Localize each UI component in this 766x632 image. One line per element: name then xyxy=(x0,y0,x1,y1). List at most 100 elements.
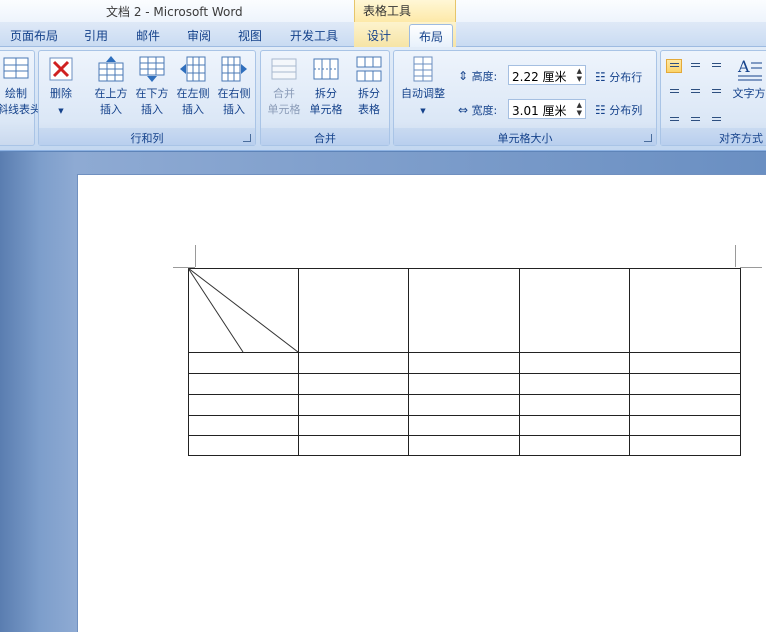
tab-mailings[interactable]: 邮件 xyxy=(136,27,160,44)
text-direction-button[interactable]: A 文字方 xyxy=(729,55,766,102)
group-title-rows-columns: 行和列 xyxy=(39,128,255,145)
table-cell[interactable] xyxy=(629,415,741,436)
delete-button[interactable]: 删除 ▼ xyxy=(46,55,76,118)
table-cell[interactable] xyxy=(298,373,409,395)
table-cell[interactable] xyxy=(188,435,299,456)
table-cell[interactable] xyxy=(519,268,630,353)
table-cell[interactable] xyxy=(629,394,741,416)
distribute-columns-button[interactable]: ☷ 分布列 xyxy=(595,102,642,118)
width-spinner[interactable]: 3.01 厘米 ▲ ▼ xyxy=(508,99,586,119)
insert-below-button[interactable]: 在下方 插入 xyxy=(132,55,172,118)
group-merge: 合并 单元格 拆分 单元格 拆分 表格 合并 xyxy=(260,50,390,146)
tab-review[interactable]: 审阅 xyxy=(187,27,211,44)
tab-design[interactable]: 设计 xyxy=(367,27,391,44)
align-bottom-right-icon[interactable] xyxy=(708,109,724,123)
height-label-row: ⇕ 高度: xyxy=(458,68,497,84)
table-cell[interactable] xyxy=(408,373,520,395)
align-top-left-icon[interactable] xyxy=(666,59,682,73)
table-cell[interactable] xyxy=(298,435,409,456)
spinner-arrows-icon[interactable]: ▲ ▼ xyxy=(577,67,582,83)
table-cell[interactable] xyxy=(519,373,630,395)
table-cell[interactable] xyxy=(298,394,409,416)
table-row xyxy=(188,373,741,395)
tab-layout[interactable]: 布局 xyxy=(409,24,454,48)
table-cell[interactable] xyxy=(408,268,520,353)
column-width-icon: ⇔ xyxy=(458,103,469,117)
height-spinner[interactable]: 2.22 厘米 ▲ ▼ xyxy=(508,65,586,85)
table-cell[interactable] xyxy=(188,373,299,395)
draw-header-line1: 绘制 xyxy=(5,87,27,100)
document-page[interactable] xyxy=(77,174,766,632)
split-table-icon xyxy=(356,56,382,82)
crop-mark xyxy=(735,245,736,267)
draw-header-line2: 斜线表头 xyxy=(0,103,41,116)
insert-left-line1: 在左侧 xyxy=(176,87,210,100)
distribute-rows-label: 分布行 xyxy=(609,71,643,84)
align-middle-center-icon[interactable] xyxy=(687,84,703,98)
ribbon-tab-row: 页面布局 引用 邮件 审阅 视图 开发工具 设计 布局 xyxy=(0,22,766,48)
align-bottom-left-icon[interactable] xyxy=(666,109,682,123)
ribbon: 绘制 斜线表头 删除 ▼ 在上方 插入 在下方 插入 在左侧 插入 在右侧 插入… xyxy=(0,47,766,151)
table-cell[interactable] xyxy=(629,268,741,353)
spinner-arrows-icon[interactable]: ▲ ▼ xyxy=(577,101,582,117)
align-top-right-icon[interactable] xyxy=(708,59,724,73)
table-cell[interactable] xyxy=(629,352,741,374)
distribute-columns-icon: ☷ xyxy=(595,103,606,117)
table-grid-icon xyxy=(3,57,29,79)
table-cell[interactable] xyxy=(298,268,409,353)
table-cell[interactable] xyxy=(519,435,630,456)
text-direction-label: 文字方 xyxy=(732,87,766,100)
table-row xyxy=(188,268,741,353)
table-cell[interactable] xyxy=(188,352,299,374)
insert-left-button[interactable]: 在左侧 插入 xyxy=(173,55,213,118)
table-cell[interactable] xyxy=(629,373,741,395)
merge-cells-icon xyxy=(271,58,297,80)
table-cell[interactable] xyxy=(298,415,409,436)
distribute-rows-button[interactable]: ☷ 分布行 xyxy=(595,69,642,85)
tab-page-layout[interactable]: 页面布局 xyxy=(10,27,58,44)
insert-above-line1: 在上方 xyxy=(94,87,128,100)
insert-right-line2: 插入 xyxy=(223,103,245,116)
align-top-center-icon[interactable] xyxy=(687,59,703,73)
align-middle-left-icon[interactable] xyxy=(666,84,682,98)
document-table[interactable] xyxy=(188,268,741,456)
draw-diagonal-header-button[interactable]: 绘制 斜线表头 xyxy=(0,55,41,118)
table-cell[interactable] xyxy=(408,415,520,436)
delete-label: 删除 xyxy=(50,87,72,100)
group-cell-size: 自动调整 ▼ ⇕ 高度: 2.22 厘米 ▲ ▼ ⇔ 宽度: 3.01 厘米 ▲ ▼… xyxy=(393,50,657,146)
diagonal-header-cell[interactable] xyxy=(188,268,299,353)
table-cell[interactable] xyxy=(188,394,299,416)
table-cell[interactable] xyxy=(519,352,630,374)
insert-column-left-icon xyxy=(180,56,206,82)
insert-below-line1: 在下方 xyxy=(135,87,169,100)
table-cell[interactable] xyxy=(298,352,409,374)
table-cell[interactable] xyxy=(408,352,520,374)
split-table-button[interactable]: 拆分 表格 xyxy=(349,55,389,118)
table-cell[interactable] xyxy=(519,394,630,416)
align-bottom-center-icon[interactable] xyxy=(687,109,703,123)
tab-developer[interactable]: 开发工具 xyxy=(290,27,338,44)
split-cells-button[interactable]: 拆分 单元格 xyxy=(306,55,346,118)
window-title: 文档 2 - Microsoft Word xyxy=(106,5,243,19)
align-middle-right-icon[interactable] xyxy=(708,84,724,98)
autofit-button[interactable]: 自动调整 ▼ xyxy=(398,55,448,118)
table-cell[interactable] xyxy=(629,435,741,456)
merge-cells-button[interactable]: 合并 单元格 xyxy=(264,55,304,118)
insert-row-above-icon xyxy=(98,56,124,82)
insert-above-button[interactable]: 在上方 插入 xyxy=(91,55,131,118)
delete-table-icon xyxy=(49,57,73,81)
table-cell[interactable] xyxy=(408,435,520,456)
insert-right-button[interactable]: 在右侧 插入 xyxy=(214,55,254,118)
tab-references[interactable]: 引用 xyxy=(84,27,108,44)
dialog-launcher-icon[interactable] xyxy=(243,134,251,142)
width-value: 3.01 厘米 xyxy=(512,104,567,118)
group-title-alignment: 对齐方式 xyxy=(661,128,766,145)
crop-mark xyxy=(195,245,196,267)
table-cell[interactable] xyxy=(188,415,299,436)
table-cell[interactable] xyxy=(519,415,630,436)
table-row xyxy=(188,394,741,416)
tab-view[interactable]: 视图 xyxy=(238,27,262,44)
table-cell[interactable] xyxy=(408,394,520,416)
dialog-launcher-icon[interactable] xyxy=(644,134,652,142)
chevron-down-icon: ▼ xyxy=(58,107,64,115)
